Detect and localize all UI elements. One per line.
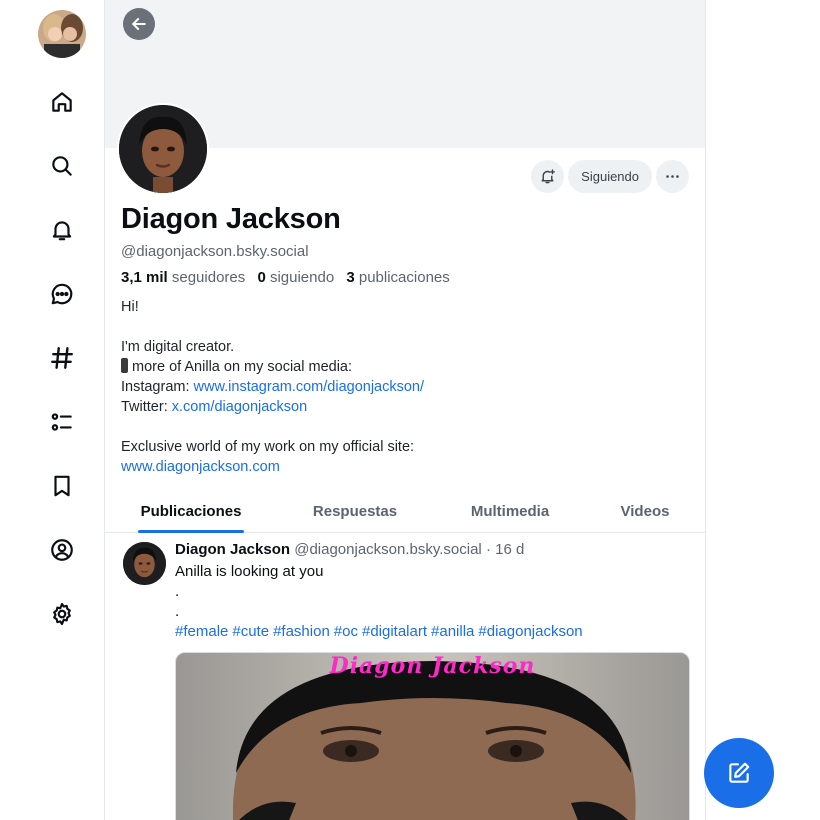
nav-notifications[interactable]	[44, 212, 80, 248]
bio-line: I'm digital creator.	[121, 339, 235, 355]
bell-icon	[52, 221, 72, 241]
profile-handle: @diagonjackson.bsky.social	[121, 243, 309, 260]
compose-icon	[729, 762, 750, 783]
back-button[interactable]	[123, 8, 155, 40]
nav-profile[interactable]	[44, 532, 80, 568]
post-text: .	[175, 583, 180, 600]
post-author-avatar[interactable]	[123, 542, 166, 585]
tab-videos[interactable]: Videos	[618, 490, 672, 532]
post-text: .	[175, 603, 180, 620]
post-text: Anilla is looking at you	[175, 563, 324, 580]
following-button[interactable]: Siguiendo	[568, 160, 652, 193]
profile-column: Siguiendo Diagon Jackson @diagonjackson.…	[104, 0, 706, 820]
nav-chat[interactable]	[44, 276, 80, 312]
hashtag-link[interactable]: #anilla	[431, 623, 474, 640]
nav-lists[interactable]	[44, 404, 80, 440]
feed-post[interactable]: Diagon Jackson @diagonjackson.bsky.socia…	[105, 534, 705, 820]
search-icon	[52, 156, 72, 176]
bio-line: Hi!	[121, 299, 139, 315]
nav-feeds[interactable]	[44, 340, 80, 376]
display-name: Diagon Jackson	[121, 203, 341, 235]
post-author-name[interactable]: Diagon Jackson	[175, 541, 290, 558]
tab-multimedia[interactable]: Multimedia	[468, 490, 552, 532]
followers-label: seguidores	[171, 269, 246, 286]
hashtag-link[interactable]: #digitalart	[362, 623, 427, 640]
nav-search[interactable]	[44, 148, 80, 184]
nav-saved[interactable]	[44, 468, 80, 504]
left-nav	[0, 0, 104, 820]
bio-line: more of Anilla on my social media:	[132, 359, 353, 375]
tab-respuestas[interactable]: Respuestas	[310, 490, 400, 532]
hashtag-link[interactable]: #female	[175, 623, 228, 640]
followers-count: 3,1 mil	[121, 269, 168, 286]
profile-avatar[interactable]	[117, 103, 209, 195]
posts-count: 3	[346, 269, 355, 286]
post-header: Diagon Jackson @diagonjackson.bsky.socia…	[175, 541, 524, 558]
hashtag-link[interactable]: #fashion	[273, 623, 330, 640]
ellipsis-icon	[666, 175, 679, 178]
avatar-photo	[123, 542, 166, 585]
arrow-left-icon	[132, 18, 146, 30]
instagram-link[interactable]: www.instagram.com/diagonjackson/	[194, 379, 425, 395]
chat-bubble-icon	[51, 283, 73, 305]
profile-bio: Hi! I'm digital creator. more of Anilla …	[121, 297, 691, 477]
bio-label: Twitter:	[121, 399, 172, 415]
user-circle-icon	[51, 539, 73, 561]
bookmark-icon	[54, 475, 70, 497]
current-user-avatar[interactable]	[38, 10, 86, 58]
post-image[interactable]: Diagon Jackson	[175, 652, 690, 820]
avatar-photo	[119, 105, 207, 193]
post-hashtags: #female #cute #fashion #oc #digitalart #anill…	[175, 622, 587, 642]
nav-home[interactable]	[44, 84, 80, 120]
tab-publicaciones[interactable]: Publicaciones	[138, 490, 244, 533]
profile-actions: Siguiendo	[531, 160, 689, 193]
bell-plus-icon	[541, 169, 556, 184]
nav-settings[interactable]	[44, 596, 80, 632]
more-options-button[interactable]	[656, 160, 689, 193]
post-author-handle[interactable]: @diagonjackson.bsky.social	[294, 541, 482, 558]
followers-stat[interactable]: 3,1 mil seguidores	[121, 269, 245, 286]
following-label: siguiendo	[269, 269, 335, 286]
home-icon	[52, 92, 72, 112]
post-timestamp[interactable]: · 16 d	[486, 541, 524, 558]
subscribe-notifications-button[interactable]	[531, 160, 565, 193]
bio-line: Exclusive world of my work on my officia…	[121, 439, 415, 455]
website-link[interactable]: www.diagonjackson.com	[121, 459, 280, 475]
gear-icon	[53, 602, 71, 626]
list-icon	[51, 413, 72, 431]
traffic-light-icon	[121, 358, 128, 373]
following-count: 0	[257, 269, 266, 286]
profile-tabs: Publicaciones Respuestas Multimedia Vide…	[105, 490, 705, 533]
following-stat[interactable]: 0 siguiendo	[257, 269, 334, 286]
hashtag-link[interactable]: #oc	[334, 623, 358, 640]
compose-button[interactable]	[704, 738, 774, 808]
profile-stats: 3,1 mil seguidores 0 siguiendo 3 publica…	[121, 269, 450, 286]
posts-stat: 3 publicaciones	[346, 269, 449, 286]
post-body: Anilla is looking at you . . #female #cut…	[175, 562, 587, 642]
avatar-photo	[38, 10, 86, 58]
twitter-link[interactable]: x.com/diagonjackson	[172, 399, 307, 415]
hashtag-link[interactable]: #cute	[232, 623, 269, 640]
watermark-text: Diagon Jackson	[329, 653, 536, 679]
hashtag-link[interactable]: #diagonjackson	[478, 623, 582, 640]
hashtag-icon	[51, 347, 73, 369]
posts-label: publicaciones	[358, 269, 450, 286]
bio-label: Instagram:	[121, 379, 194, 395]
